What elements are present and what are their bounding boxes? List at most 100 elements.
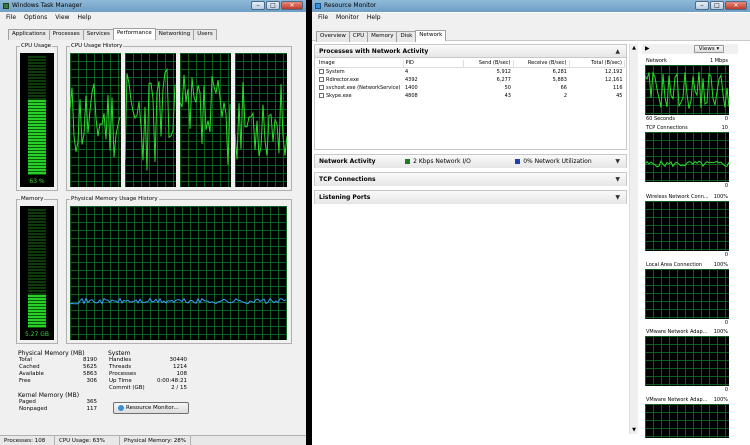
tcp-connections-section[interactable]: TCP Connections ▼ [314, 172, 627, 186]
tab-networking[interactable]: Networking [154, 29, 195, 40]
rm-tab-cpu[interactable]: CPU [348, 31, 369, 42]
maximize-button[interactable]: □ [266, 1, 280, 10]
listening-ports-title: Listening Ports [319, 194, 371, 201]
graph-title-bar: TCP Connections 10 [645, 124, 729, 132]
processes-network-header[interactable]: Processes with Network Activity ▲ [315, 45, 626, 58]
activity-trace [235, 82, 287, 160]
cell-receive: 2 [563, 93, 567, 99]
rm-tab-overview[interactable]: Overview [316, 31, 350, 42]
graph-min: 0 [724, 116, 728, 122]
row-checkbox[interactable] [319, 77, 324, 82]
row-checkbox[interactable] [319, 93, 324, 98]
col-total[interactable]: Total (B/sec) [569, 60, 625, 68]
rm-tab-memory[interactable]: Memory [367, 31, 398, 42]
graph-time-span: 60 Seconds [646, 116, 675, 122]
cell-image: svchost.exe (NetworkService) [317, 84, 403, 92]
table-row[interactable]: Rdirector.exe 4392 6,277 5,883 12,161 [317, 76, 625, 84]
collapse-panel-icon[interactable]: ▶ [645, 45, 650, 52]
listening-ports-section[interactable]: Listening Ports ▼ [314, 190, 627, 204]
resource-monitor-button[interactable]: Resource Monitor... [113, 402, 189, 414]
graph-scale: 100% [713, 397, 728, 403]
expand-arrow-icon[interactable]: ▼ [615, 155, 620, 168]
rm-menu-monitor[interactable]: Monitor [336, 13, 359, 23]
cpu-meter-fill [28, 100, 46, 175]
stat-value: 1214 [173, 364, 187, 370]
cell-pid: 1400 [405, 85, 418, 91]
cpu-history-label: CPU Usage History [70, 43, 124, 49]
memory-meter-fill [28, 295, 46, 328]
tab-services[interactable]: Services [82, 29, 114, 40]
stat-label: Handles [109, 357, 132, 363]
close-button[interactable]: ✕ [281, 1, 303, 10]
rm-tab-network[interactable]: Network [415, 30, 447, 41]
col-image[interactable]: Image [317, 60, 404, 68]
rm-menu-help[interactable]: Help [367, 13, 381, 23]
network-activity-section[interactable]: Network Activity 2 Kbps Network I/O 0% N… [314, 154, 627, 168]
activity-trace [125, 67, 176, 171]
resource-monitor-titlebar[interactable]: Resource Monitor – □ ✕ [312, 0, 750, 12]
menu-view[interactable]: View [55, 13, 69, 23]
rm-tab-disk[interactable]: Disk [396, 31, 417, 42]
system-stats: System Handles 30440 Threads 1214 Processe… [108, 350, 188, 392]
cell-receive: 5,883 [552, 77, 567, 83]
scroll-up-icon[interactable]: ▲ [630, 44, 638, 52]
stat-value: 30440 [169, 357, 188, 363]
minimize-button[interactable]: – [251, 1, 265, 10]
row-checkbox[interactable] [319, 69, 324, 74]
rm-vertical-scrollbar[interactable]: ▲ ▼ [629, 44, 638, 434]
rm-minimize-button[interactable]: – [695, 1, 709, 10]
stat-value: 306 [86, 378, 98, 384]
graph-name: VMware Network Adap... [646, 397, 708, 403]
graph-title-bar: Wireless Network Conn... 100% [645, 193, 729, 201]
rm-menu-file[interactable]: File [318, 13, 328, 23]
image-name: Rdirector.exe [326, 77, 359, 83]
resource-monitor-app-icon [315, 3, 321, 9]
tab-applications[interactable]: Applications [8, 29, 50, 40]
system-title: System [108, 350, 131, 357]
scroll-down-icon[interactable]: ▼ [630, 426, 638, 434]
rm-maximize-button[interactable]: □ [710, 1, 724, 10]
graph-footer: 0 [645, 320, 729, 327]
stat-row: Handles 30440 [108, 357, 188, 364]
task-manager-tabs: Applications Processes Services Performa… [8, 28, 217, 40]
col-receive[interactable]: Receive (B/sec) [513, 60, 570, 68]
collapse-arrow-icon[interactable]: ▲ [615, 45, 620, 58]
graph-title-bar: Local Area Connection 100% [645, 261, 729, 269]
col-pid[interactable]: PID [403, 60, 464, 68]
kernel-memory-title: Kernel Memory (MB) [18, 392, 80, 399]
graph-scale: 100% [713, 194, 728, 200]
graph-scale: 10 [721, 125, 728, 131]
graph-min: 0 [724, 252, 728, 258]
graph-title-bar: Network 1 Mbps [645, 57, 729, 65]
table-row[interactable]: Skype.exe 4808 43 2 45 [317, 92, 625, 100]
graph-scale: 100% [713, 262, 728, 268]
menu-options[interactable]: Options [24, 13, 47, 23]
stat-label: Paged [19, 399, 36, 405]
processes-network-table: Image PID Send (B/sec) Receive (B/sec) T… [317, 60, 625, 100]
row-checkbox[interactable] [319, 85, 324, 90]
listening-ports-header[interactable]: Listening Ports ▼ [315, 191, 626, 204]
table-row[interactable]: System 4 5,912 6,281 12,192 [317, 68, 625, 77]
physical-memory-title: Physical Memory (MB) [18, 350, 85, 357]
graph-min: 0 [724, 387, 728, 393]
table-row[interactable]: svchost.exe (NetworkService) 1400 50 66 … [317, 84, 625, 92]
cpu-usage-meter: 63 % [20, 53, 54, 187]
stat-row: Commit (GB) 2 / 15 [108, 385, 188, 392]
views-button[interactable]: Views ▾ [694, 45, 724, 53]
tcp-connections-graph [645, 132, 729, 182]
rm-close-button[interactable]: ✕ [725, 1, 747, 10]
stat-row: Available 5863 [18, 371, 98, 378]
expand-arrow-icon[interactable]: ▼ [615, 191, 620, 204]
col-send[interactable]: Send (B/sec) [463, 60, 514, 68]
task-manager-window: Windows Task Manager – □ ✕ File Options … [0, 0, 306, 445]
task-manager-titlebar[interactable]: Windows Task Manager – □ ✕ [0, 0, 306, 12]
menu-help[interactable]: Help [77, 13, 91, 23]
stat-value: 365 [86, 399, 98, 405]
tcp-connections-header[interactable]: TCP Connections ▼ [315, 173, 626, 186]
tab-performance[interactable]: Performance [112, 28, 156, 39]
network-activity-header[interactable]: Network Activity 2 Kbps Network I/O 0% N… [315, 155, 626, 168]
menu-file[interactable]: File [6, 13, 16, 23]
expand-arrow-icon[interactable]: ▼ [615, 173, 620, 186]
tab-processes[interactable]: Processes [48, 29, 84, 40]
tab-users[interactable]: Users [193, 29, 217, 40]
